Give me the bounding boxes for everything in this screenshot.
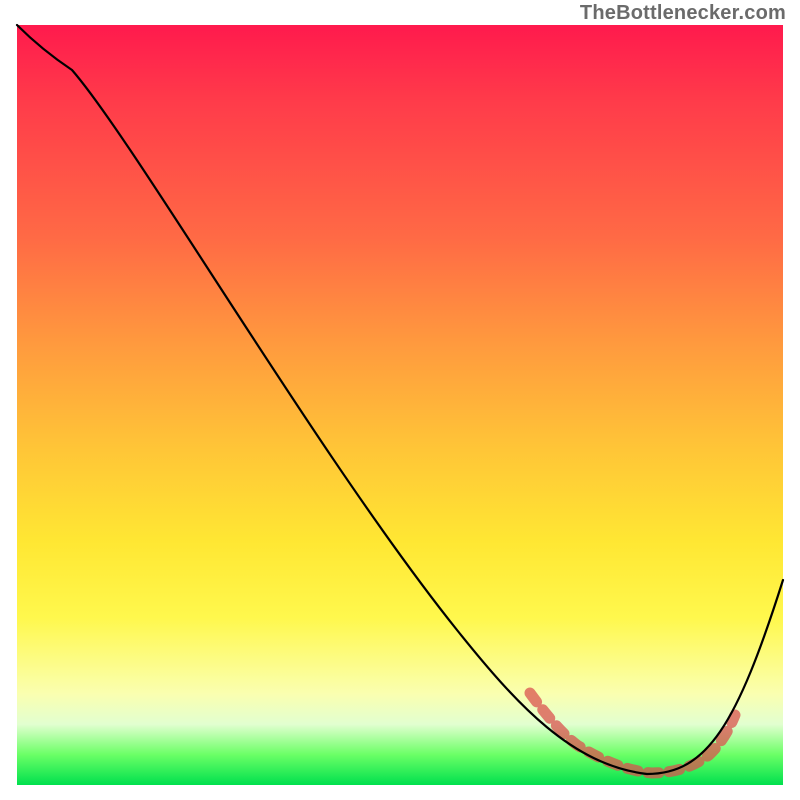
chart-root: TheBottlenecker.com	[0, 0, 800, 800]
bottleneck-curve	[17, 25, 783, 774]
chart-overlay	[17, 25, 783, 785]
valley-dash-markers	[530, 693, 735, 773]
watermark-text: TheBottlenecker.com	[580, 2, 786, 25]
